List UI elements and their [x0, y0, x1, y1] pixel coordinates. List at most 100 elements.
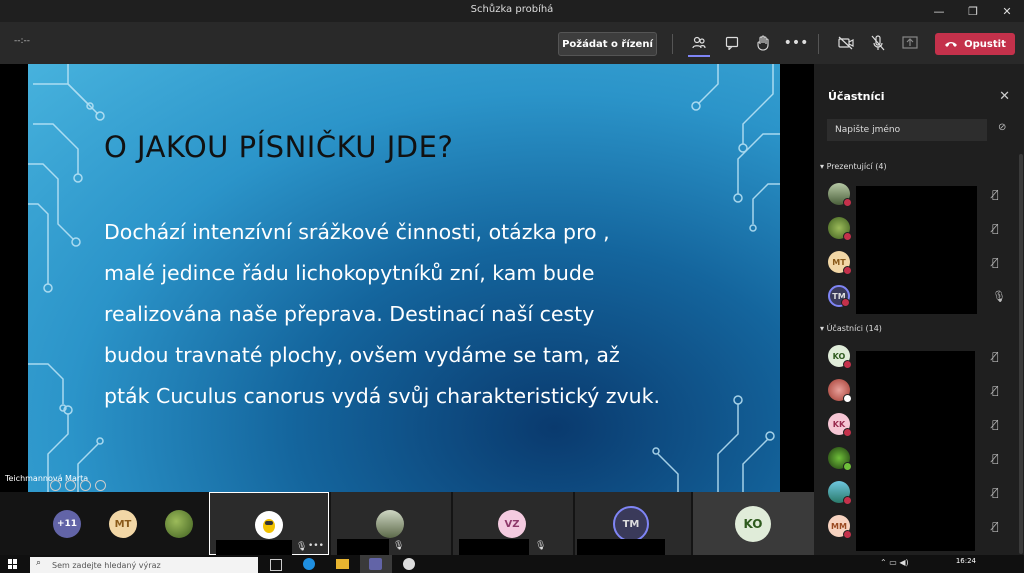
status-dot [841, 298, 850, 307]
slide-line: budou travnaté plochy, ovšem vydáme se t… [104, 343, 620, 367]
minimize-icon[interactable]: — [922, 0, 956, 22]
more-icon[interactable] [95, 480, 106, 491]
edge-icon[interactable] [303, 558, 315, 570]
overflow-participants-badge[interactable]: +11 [53, 510, 81, 538]
mic-off-icon[interactable] [868, 33, 888, 53]
leave-label: Opustit [964, 38, 1006, 50]
zoom-out-icon[interactable] [50, 480, 61, 491]
share-tray-icon[interactable] [900, 33, 920, 53]
redacted-names [856, 186, 977, 314]
more-options-icon[interactable]: ••• [308, 541, 324, 551]
participant-avatar[interactable]: KK [828, 413, 852, 437]
status-dot [843, 232, 852, 241]
teams-taskbar-button[interactable] [360, 555, 392, 573]
leave-button[interactable]: Opustit [935, 33, 1015, 55]
avatar-photo [376, 510, 404, 538]
participant-avatar[interactable]: KO [828, 345, 852, 369]
teams-icon [369, 558, 382, 570]
mic-off-icon: 🎙̸ [992, 256, 999, 269]
meeting-timer: --:-- [14, 36, 31, 46]
mic-off-icon: 🎙̸ [992, 452, 999, 465]
participants-icon[interactable] [689, 33, 709, 53]
panel-scrollbar[interactable] [1019, 154, 1023, 554]
close-window-icon[interactable]: ✕ [990, 0, 1024, 22]
slide-line: Dochází intenzívní srážkové činnosti, ot… [104, 220, 610, 244]
window-title: Schůzka probíhá [470, 4, 554, 15]
avatar[interactable]: MT [109, 510, 137, 538]
attendees-section-header[interactable]: ▾ Účastníci (14) [820, 324, 882, 333]
request-control-button[interactable]: Požádat o řízení [558, 32, 657, 56]
status-dot [843, 496, 852, 505]
slide-body: Dochází intenzívní srážkové činnosti, ot… [104, 212, 744, 417]
redacted-names [856, 351, 975, 551]
stage-controls [50, 480, 106, 491]
status-dot [843, 462, 852, 471]
raise-hand-icon[interactable] [753, 33, 773, 53]
panel-title: Účastníci [828, 90, 885, 103]
participant-avatar[interactable]: MM [828, 515, 852, 539]
participants-panel: Účastníci ✕ Napište jméno ⊘ ▾ Prezentují… [814, 64, 1024, 555]
video-tile[interactable]: KO [693, 492, 814, 555]
participant-avatar[interactable] [828, 379, 852, 403]
toolbar-divider [672, 34, 673, 54]
tray-icons[interactable]: ⌃ ▭ ◀) [880, 558, 909, 567]
status-dot [843, 360, 852, 369]
video-tile[interactable]: 🎙 [331, 492, 451, 555]
slide-line: realizována naše přeprava. Destinací naš… [104, 302, 595, 326]
windows-taskbar: Sem zadejte hledaný výraz ⌕ ⌃ ▭ ◀) 16:24 [0, 555, 1024, 573]
window-titlebar: Schůzka probíhá — ❐ ✕ [0, 0, 1024, 22]
task-view-icon[interactable] [270, 559, 282, 571]
mic-on-icon: 🎙 [992, 290, 1006, 303]
shared-content-stage: O JAKOU PÍSNIČKU JDE? Dochází intenzívní… [0, 64, 814, 492]
active-tab-indicator [688, 55, 710, 57]
redacted-name [459, 539, 529, 555]
mic-off-icon: 🎙̸ [992, 188, 999, 201]
maximize-icon[interactable]: ❐ [956, 0, 990, 22]
video-tile[interactable]: TM [575, 492, 691, 555]
more-options-icon[interactable]: ••• [784, 33, 809, 53]
redacted-name [337, 539, 389, 555]
participant-avatar[interactable] [828, 447, 852, 471]
redacted-name [216, 540, 292, 556]
video-tile[interactable]: VZ 🎙 [453, 492, 573, 555]
mic-off-icon: 🎙̸ [992, 486, 999, 499]
participant-avatar[interactable] [828, 217, 852, 241]
mic-off-icon: 🎙 [393, 541, 405, 551]
windows-start-icon[interactable] [8, 559, 18, 569]
close-icon[interactable]: ✕ [999, 89, 1010, 104]
slide-title: O JAKOU PÍSNIČKU JDE? [104, 130, 454, 164]
avatar: VZ [498, 510, 526, 538]
participant-avatar[interactable] [828, 481, 852, 505]
toolbar-divider [818, 34, 819, 54]
mic-off-icon: 🎙 [535, 541, 547, 551]
mic-off-icon: 🎙̸ [992, 222, 999, 235]
slide-line: malé jedince řádu lichokopytníků zní, ka… [104, 261, 595, 285]
presenters-section-header[interactable]: ▾ Prezentující (4) [820, 162, 887, 171]
chat-icon[interactable] [722, 33, 742, 53]
presentation-slide: O JAKOU PÍSNIČKU JDE? Dochází intenzívní… [28, 64, 780, 492]
avatar-photo[interactable] [165, 510, 193, 538]
slide-line: pták Cuculus canorus vydá svůj charakter… [104, 384, 661, 408]
status-dot [843, 428, 852, 437]
redacted-name [577, 539, 665, 555]
fit-icon[interactable] [80, 480, 91, 491]
participant-avatar[interactable] [828, 183, 852, 207]
taskbar-clock[interactable]: 16:24 [956, 557, 976, 565]
mic-off-icon: 🎙̸ [992, 384, 999, 397]
video-tile[interactable]: 🎙 ••• [209, 492, 329, 556]
camera-off-icon[interactable] [836, 33, 856, 53]
participant-avatar[interactable]: TM [828, 285, 850, 307]
avatar-speaking: TM [613, 506, 649, 542]
mic-off-icon: 🎙̸ [992, 520, 999, 533]
link-icon[interactable]: ⊘ [998, 122, 1006, 133]
search-icon: ⌕ [36, 558, 42, 568]
participant-search-input[interactable]: Napište jméno [827, 119, 987, 141]
avatar-photo [255, 511, 283, 539]
zoom-in-icon[interactable] [65, 480, 76, 491]
file-explorer-icon[interactable] [336, 559, 349, 569]
participant-avatar[interactable]: MT [828, 251, 852, 275]
status-dot [843, 266, 852, 275]
status-dot [843, 394, 852, 403]
taskbar-search-input[interactable]: Sem zadejte hledaný výraz [30, 557, 258, 573]
chrome-icon[interactable] [403, 558, 415, 570]
